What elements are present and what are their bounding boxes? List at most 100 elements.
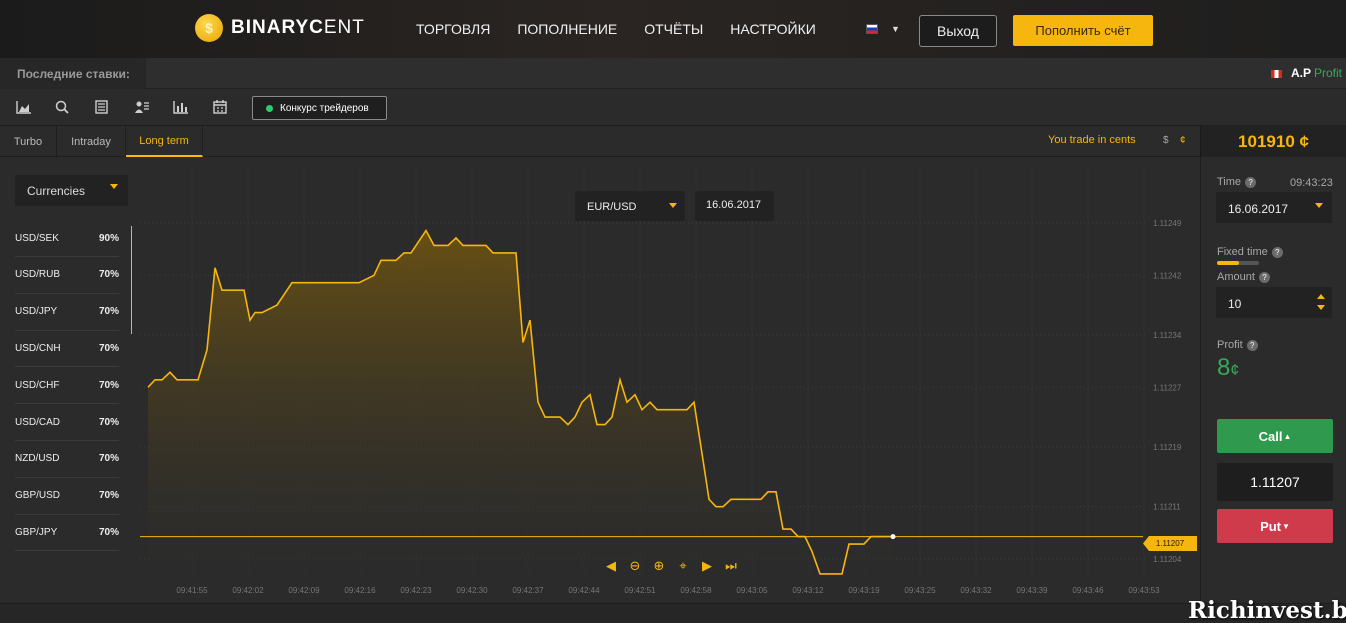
put-button[interactable]: Put ▼: [1217, 509, 1333, 543]
decrement-icon[interactable]: [1317, 305, 1325, 310]
next-icon[interactable]: ▶: [700, 558, 714, 574]
asset-row[interactable]: USD/JPY 70%: [15, 294, 119, 331]
scroll-indicator[interactable]: [131, 226, 132, 334]
amount-label-text: Amount: [1217, 271, 1255, 283]
current-price-tag: 1.11207: [1143, 536, 1197, 551]
asset-payout: 70%: [98, 453, 119, 465]
time-label-text: Time: [1217, 176, 1242, 188]
watermark: Richinvest.biz: [1188, 597, 1346, 623]
prev-icon[interactable]: ◀: [604, 558, 618, 574]
users-icon[interactable]: [134, 100, 150, 114]
bar-chart-icon[interactable]: [173, 100, 189, 114]
y-tick-label: 1.11211: [1153, 503, 1181, 512]
asset-payout: 70%: [98, 342, 119, 354]
zoom-out-icon[interactable]: ⊖: [628, 558, 642, 574]
help-icon[interactable]: ?: [1258, 271, 1270, 283]
logo-main: BINARYC: [231, 17, 324, 38]
y-tick-label: 1.11227: [1153, 383, 1182, 392]
asset-payout: 90%: [98, 232, 119, 244]
bottom-strip: [0, 603, 1346, 623]
asset-pair: USD/SEK: [15, 232, 59, 244]
x-tick-label: 09:42:37: [512, 586, 544, 595]
chart-toolbar: [0, 89, 1346, 126]
status-dot-icon: [266, 104, 273, 112]
chart-zoom-controls: ◀ ⊖ ⊕ ⌖ ▶ ⏭: [604, 558, 748, 574]
exit-button[interactable]: Выход: [919, 15, 997, 47]
asset-row[interactable]: USD/RUB 70%: [15, 257, 119, 294]
increment-icon[interactable]: [1317, 294, 1325, 299]
logo[interactable]: $ BINARYCENT: [195, 14, 365, 42]
asset-row[interactable]: USD/CHF 70%: [15, 367, 119, 405]
calendar-icon[interactable]: [212, 100, 228, 114]
y-tick-label: 1.11234: [1153, 331, 1182, 340]
logo-text: BINARYCENT: [231, 17, 365, 39]
last-point-marker: [890, 534, 896, 540]
nav-reports[interactable]: ОТЧЁТЫ: [644, 21, 703, 37]
tab-long-term[interactable]: Long term: [126, 126, 203, 157]
search-chart-icon[interactable]: [54, 100, 70, 114]
language-flag-icon[interactable]: [866, 24, 878, 34]
help-icon[interactable]: ?: [1245, 176, 1257, 188]
time-value: 09:43:23: [1290, 177, 1333, 189]
traders-contest-button[interactable]: Конкурс трейдеров: [252, 96, 387, 120]
y-tick-label: 1.11249: [1153, 219, 1182, 228]
fixed-time-fill: [1217, 261, 1239, 265]
price-chart[interactable]: 1.11249 1.11242 1.11234 1.11227 1.11219 1.112…: [140, 157, 1200, 603]
asset-row[interactable]: USD/CNH 70%: [15, 330, 119, 368]
contest-label: Конкурс трейдеров: [280, 102, 369, 114]
last-bets-label: Последние ставки:: [0, 58, 146, 89]
asset-pair: USD/CHF: [15, 379, 60, 391]
call-button[interactable]: Call ▲: [1217, 419, 1333, 453]
document-icon[interactable]: [94, 100, 110, 114]
profit-unit: ¢: [1230, 362, 1240, 379]
help-icon[interactable]: ?: [1271, 246, 1283, 258]
nav-trading[interactable]: ТОРГОВЛЯ: [416, 21, 490, 37]
asset-pair: NZD/USD: [15, 453, 60, 465]
x-tick-label: 09:43:53: [1128, 586, 1160, 595]
x-tick-label: 09:43:25: [904, 586, 936, 595]
chart-date[interactable]: 16.06.2017: [695, 191, 774, 221]
asset-pair: GBP/JPY: [15, 526, 58, 538]
current-price: 1.11207: [1217, 463, 1333, 501]
help-icon[interactable]: ?: [1246, 339, 1258, 351]
put-label: Put: [1260, 518, 1282, 534]
asset-pair: USD/CAD: [15, 416, 61, 428]
asset-pair: GBP/USD: [15, 490, 61, 502]
fixed-time-label: Fixed time?: [1217, 246, 1283, 258]
area-chart-icon[interactable]: [16, 100, 32, 114]
logo-light: ENT: [323, 17, 365, 38]
currency-cent-toggle[interactable]: ¢: [1180, 135, 1186, 146]
asset-row[interactable]: GBP/USD 70%: [15, 478, 119, 515]
user-initials: A.P: [1291, 66, 1312, 80]
asset-payout: 70%: [98, 416, 119, 428]
x-tick-label: 09:42:02: [232, 586, 264, 595]
y-tick-label: 1.11204: [1153, 555, 1182, 564]
profit-label: Profit?: [1217, 339, 1258, 351]
tab-turbo[interactable]: Turbo: [0, 126, 57, 157]
chevron-down-icon[interactable]: [110, 184, 118, 189]
nav-settings[interactable]: НАСТРОЙКИ: [730, 21, 816, 37]
asset-row[interactable]: GBP/JPY 70%: [15, 514, 119, 552]
currency-usd-toggle[interactable]: $: [1163, 135, 1169, 146]
amount-input[interactable]: 10: [1216, 287, 1332, 318]
nav-deposit[interactable]: ПОПОЛНЕНИЕ: [517, 21, 617, 37]
chevron-down-icon[interactable]: [669, 203, 677, 208]
chevron-down-icon[interactable]: ▼: [891, 24, 900, 34]
asset-row[interactable]: USD/SEK 90%: [15, 220, 119, 257]
category-select[interactable]: Currencies: [15, 175, 128, 206]
last-bets-strip: Последние ставки:: [0, 58, 1346, 89]
asset-pair: USD/JPY: [15, 306, 58, 318]
zoom-in-icon[interactable]: ⊕: [652, 558, 666, 574]
asset-row[interactable]: USD/CAD 70%: [15, 404, 119, 441]
chart-svg: 1.11249 1.11242 1.11234 1.11227 1.11219 1.112…: [140, 165, 1182, 595]
asset-row[interactable]: NZD/USD 70%: [15, 441, 119, 478]
last-icon[interactable]: ⏭: [724, 558, 738, 574]
tab-intraday[interactable]: Intraday: [57, 126, 126, 157]
x-tick-label: 09:42:23: [400, 586, 432, 595]
deposit-button[interactable]: Пополнить счёт: [1013, 15, 1153, 46]
chevron-down-icon[interactable]: [1315, 203, 1323, 208]
amount-label: Amount?: [1217, 271, 1270, 283]
fixed-time-text: Fixed time: [1217, 246, 1268, 258]
crosshair-icon[interactable]: ⌖: [676, 558, 690, 574]
profit-number: 8: [1217, 354, 1231, 381]
